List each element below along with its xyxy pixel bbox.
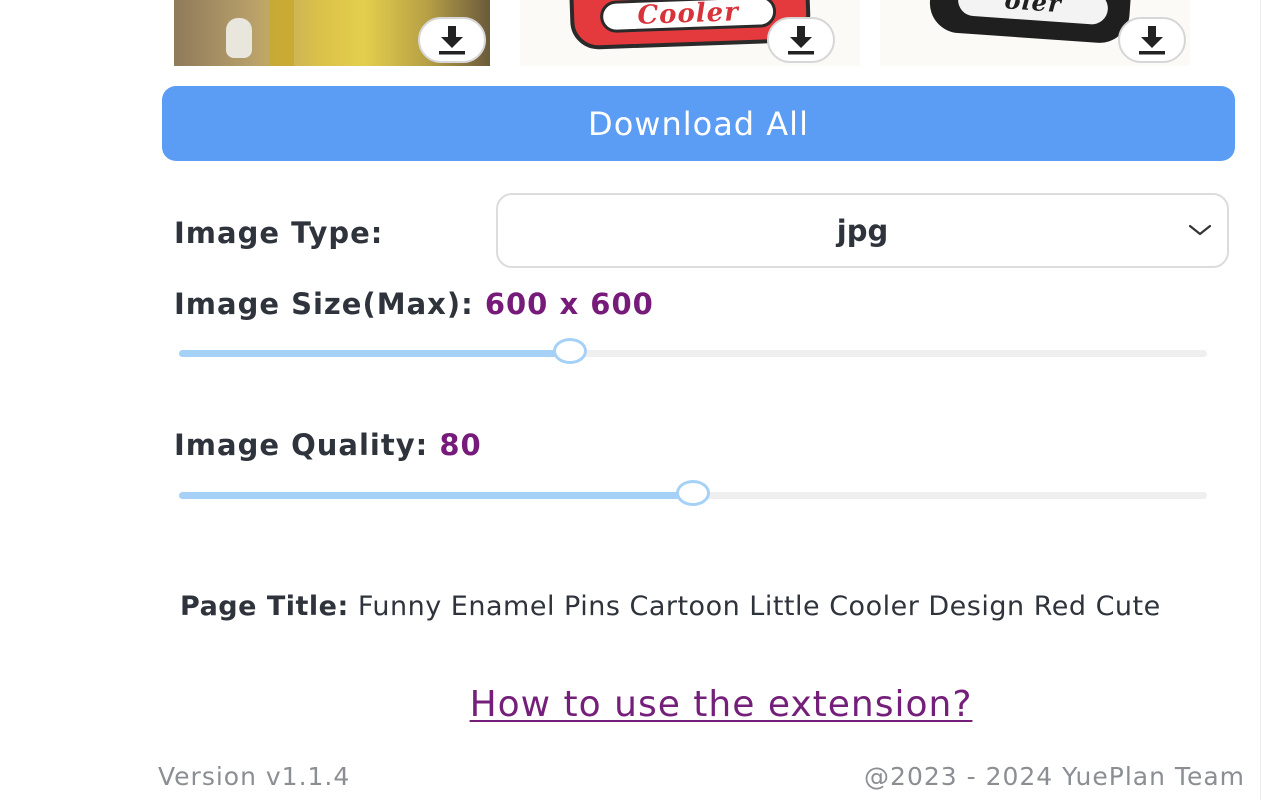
download-arrow-icon: [788, 26, 814, 55]
download-all-button[interactable]: Download All: [162, 86, 1235, 161]
image-size-row: Image Size(Max): 600 x 600: [174, 287, 654, 321]
extension-popup: Cooler oler Download All Image Type: jpg: [0, 0, 1280, 800]
page-title-value: Funny Enamel Pins Cartoon Little Cooler …: [357, 591, 1161, 622]
download-thumbnail-1-button[interactable]: [418, 17, 486, 63]
chevron-down-icon: [1188, 224, 1212, 236]
credit-text: @2023 - 2024 YuePlan Team: [864, 762, 1245, 791]
image-size-label: Image Size(Max):: [174, 287, 474, 321]
red-cooler-text: Cooler: [599, 0, 777, 34]
image-type-label: Image Type:: [174, 216, 384, 250]
figurine: [226, 18, 252, 58]
download-arrow-icon: [1139, 26, 1165, 55]
slider-handle[interactable]: [676, 480, 710, 506]
black-cooler-pin-image: oler: [927, 0, 1133, 45]
image-quality-slider[interactable]: [179, 480, 1207, 510]
slider-fill: [179, 492, 693, 499]
version-text: Version v1.1.4: [158, 762, 351, 791]
download-thumbnail-2-button[interactable]: [767, 17, 835, 63]
backpack-strap: [270, 0, 294, 66]
slider-fill: [179, 350, 570, 357]
image-quality-label: Image Quality:: [174, 428, 429, 462]
scrollbar[interactable]: [1260, 0, 1280, 800]
download-arrow-icon: [439, 26, 465, 55]
image-size-value: 600 x 600: [484, 287, 654, 321]
page-title-info: Page Title: Funny Enamel Pins Cartoon Li…: [180, 588, 1240, 626]
image-type-value: jpg: [836, 213, 889, 248]
how-to-use-link[interactable]: How to use the extension?: [0, 684, 1280, 725]
download-thumbnail-3-button[interactable]: [1118, 17, 1186, 63]
image-size-slider[interactable]: [179, 338, 1207, 368]
slider-handle[interactable]: [552, 338, 587, 364]
image-quality-row: Image Quality: 80: [174, 428, 482, 462]
image-type-select[interactable]: jpg: [496, 193, 1229, 268]
image-quality-value: 80: [439, 428, 482, 462]
black-cooler-text: oler: [957, 0, 1109, 26]
page-title-label: Page Title:: [180, 591, 349, 622]
